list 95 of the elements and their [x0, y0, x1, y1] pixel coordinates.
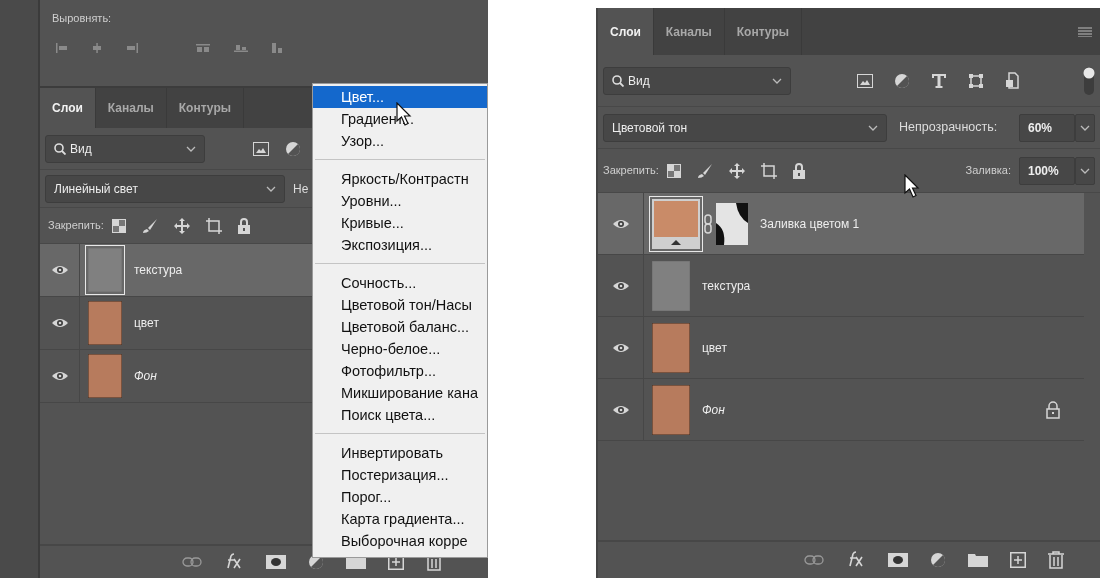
type-filter-icon[interactable] [931, 72, 947, 89]
menu-item[interactable]: Выборочная корре [313, 530, 487, 552]
photo-placeholder [652, 384, 690, 435]
mask-thumbnail [716, 202, 748, 245]
photo-placeholder [652, 322, 690, 373]
opacity-label: Непрозрачность: [899, 119, 998, 137]
lock-icon[interactable] [237, 217, 250, 234]
move-icon[interactable] [728, 162, 745, 179]
lock-label: Закрепить: [48, 218, 104, 234]
texture-thumbnail [652, 260, 690, 311]
layer-name: Фон [702, 401, 725, 419]
photo-placeholder [88, 354, 122, 398]
layer-row[interactable]: цвет [598, 317, 1084, 379]
trash-icon[interactable] [1048, 551, 1064, 569]
eye-icon[interactable] [611, 341, 630, 354]
eye-icon[interactable] [611, 217, 630, 230]
menu-item[interactable]: Цветовой баланс... [313, 316, 487, 338]
menu-item[interactable]: Яркость/Контрастн [313, 168, 487, 190]
link-layers-icon[interactable] [804, 555, 824, 565]
photo-placeholder [88, 301, 122, 345]
menu-item[interactable]: Микширование кана [313, 382, 487, 404]
menu-item[interactable]: Уровни... [313, 190, 487, 212]
folder-icon[interactable] [968, 553, 988, 567]
search-icon [54, 142, 66, 155]
search-field[interactable]: Вид [603, 66, 791, 95]
menu-item[interactable]: Цветовой тон/Насы [313, 294, 487, 316]
menu-item[interactable]: Сочность... [313, 272, 487, 294]
smart-object-filter-icon[interactable] [1005, 72, 1019, 89]
panel-tab[interactable]: Каналы [653, 8, 725, 55]
panel-tab[interactable]: Слои [40, 88, 96, 128]
color-fill-thumbnail [652, 198, 700, 249]
search-field[interactable]: Вид [45, 134, 205, 163]
new-layer-icon[interactable] [1010, 552, 1026, 568]
menu-item[interactable]: Цвет... [313, 86, 487, 108]
blend-mode-dropdown[interactable]: Линейный свет [45, 174, 285, 203]
eye-icon[interactable] [611, 279, 630, 292]
artboard-icon[interactable] [760, 162, 777, 179]
blend-mode-dropdown[interactable]: Цветовой тон [603, 113, 887, 142]
eye-icon[interactable] [50, 370, 69, 382]
menu-item[interactable]: Кривые... [313, 212, 487, 234]
texture-thumbnail [88, 248, 122, 292]
eye-icon[interactable] [50, 264, 69, 276]
panel-tab[interactable]: Контуры [724, 8, 802, 55]
menu-item[interactable]: Карта градиента... [313, 508, 487, 530]
layer-name: цвет [702, 339, 727, 357]
mouse-pointer-icon [904, 174, 920, 198]
layer-row[interactable]: Заливка цветом 1 [598, 193, 1084, 255]
link-chain-icon [704, 213, 712, 234]
chevron-down-icon [1080, 124, 1090, 131]
fx-icon[interactable] [224, 553, 244, 571]
image-filter-icon[interactable] [253, 141, 269, 156]
panel-menu-icon[interactable] [1078, 26, 1092, 37]
image-filter-icon[interactable] [857, 73, 873, 88]
search-icon [612, 74, 624, 87]
menu-item[interactable]: Поиск цвета... [313, 404, 487, 426]
layer-row[interactable]: текстура [598, 255, 1084, 317]
menu-item[interactable]: Узор... [313, 130, 487, 152]
chevron-down-icon [1080, 167, 1090, 174]
menu-item[interactable]: Фотофильтр... [313, 360, 487, 382]
artboard-icon[interactable] [205, 217, 222, 234]
layer-row[interactable]: Фон [598, 379, 1084, 441]
layer-name: цвет [134, 315, 159, 332]
adjustment-filter-icon[interactable] [285, 140, 301, 157]
adjustment-filter-icon[interactable] [894, 72, 910, 89]
menu-item[interactable]: Постеризация... [313, 464, 487, 486]
chevron-down-icon [868, 124, 878, 131]
chevron-down-icon [266, 185, 276, 192]
mask-icon[interactable] [266, 555, 286, 569]
lock-icon[interactable] [792, 162, 805, 179]
opacity-label: Не [293, 180, 309, 198]
filter-toggle-icon[interactable] [1083, 65, 1095, 96]
fx-icon[interactable] [846, 551, 866, 569]
mask-icon[interactable] [888, 553, 908, 567]
menu-item[interactable]: Порог... [313, 486, 487, 508]
menu-item[interactable]: Инвертировать [313, 442, 487, 464]
layer-name: текстура [134, 262, 183, 279]
align-label: Выровнять: [52, 11, 113, 26]
layer-name: Фон [134, 368, 157, 385]
adjustment-layer-icon[interactable] [930, 552, 946, 568]
panel-tab[interactable]: Контуры [166, 88, 244, 128]
layer-name: текстура [702, 277, 751, 295]
lock-label: Закрепить: [603, 163, 659, 179]
layer-name: Заливка цветом 1 [760, 215, 860, 233]
panel-tab[interactable]: Слои [598, 8, 654, 55]
chevron-down-icon [772, 77, 782, 84]
link-layers-icon[interactable] [182, 557, 202, 567]
lock-transparency-icon[interactable] [666, 163, 681, 178]
eye-icon[interactable] [50, 317, 69, 329]
panel-tab[interactable]: Каналы [95, 88, 167, 128]
fill-label: Заливка: [965, 163, 1011, 179]
lock-transparency-icon[interactable] [111, 218, 126, 233]
shape-filter-icon[interactable] [968, 72, 984, 89]
chevron-down-icon [186, 145, 196, 152]
eye-icon[interactable] [611, 403, 630, 416]
move-icon[interactable] [173, 217, 190, 234]
